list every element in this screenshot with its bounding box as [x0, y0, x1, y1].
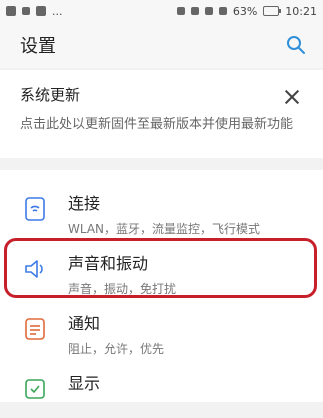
update-description: 点击此处以更新固件至最新版本并使用最新功能	[20, 117, 294, 132]
mute-icon	[190, 7, 199, 15]
settings-status-icon	[204, 7, 213, 15]
list-item-connections[interactable]: 连接 WLAN，蓝牙，流量监控，飞行模式	[0, 180, 323, 238]
alarm-icon	[176, 7, 185, 15]
system-update-card[interactable]: 系统更新 点击此处以更新固件至最新版本并使用最新功能	[0, 70, 323, 158]
app-header: 设置	[0, 22, 323, 68]
app-icon	[36, 6, 46, 16]
update-title: 系统更新	[20, 86, 81, 104]
item-subtitle: 阻止，允许，优先	[68, 342, 165, 356]
page-title: 设置	[20, 36, 56, 57]
status-left: ...	[6, 5, 63, 18]
item-title: 连接	[68, 194, 101, 213]
notification-icon	[25, 318, 45, 340]
status-right: 63% 10:21	[176, 4, 317, 18]
gallery-icon	[6, 6, 16, 16]
close-icon[interactable]	[283, 88, 301, 106]
item-subtitle: WLAN，蓝牙，流量监控，飞行模式	[68, 222, 261, 236]
display-icon	[25, 379, 45, 399]
list-item-notifications[interactable]: 通知 阻止，允许，优先	[0, 300, 323, 358]
battery-percent: 63%	[232, 4, 258, 18]
highlight-box	[4, 238, 317, 298]
item-title: 通知	[68, 314, 101, 333]
settings-list: 连接 WLAN，蓝牙，流量监控，飞行模式 声音和振动 声音，振动，免打扰 通知 …	[0, 170, 323, 402]
battery-icon	[263, 6, 282, 16]
search-icon	[287, 36, 305, 54]
more-dots: ...	[52, 4, 63, 18]
clock: 10:21	[285, 4, 317, 18]
status-bar: ... 63% 10:21	[0, 0, 323, 22]
list-item-display[interactable]: 显示	[0, 360, 323, 418]
connection-icon	[25, 197, 45, 221]
item-title: 显示	[68, 374, 101, 393]
search-button[interactable]	[285, 34, 307, 56]
signal-icon	[218, 7, 227, 15]
mic-icon	[22, 7, 30, 15]
